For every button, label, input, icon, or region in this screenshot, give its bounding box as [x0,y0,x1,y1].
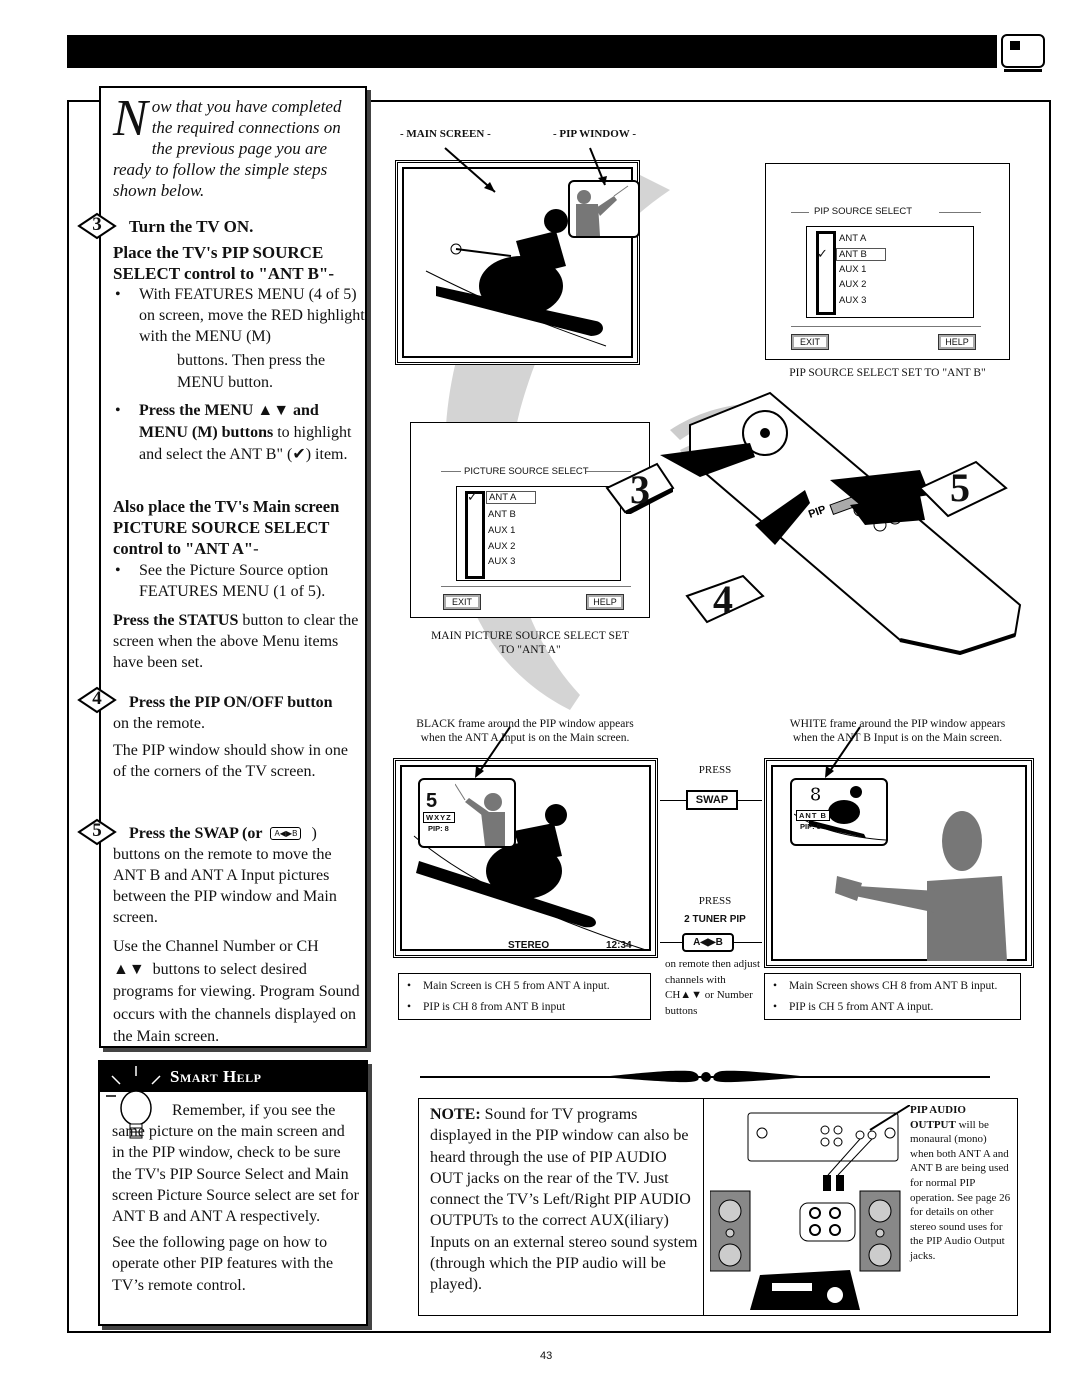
picture-source-title: PICTURE SOURCE SELECT [464,466,589,477]
audio-connection-illustration [710,1105,910,1310]
remote-note: on remote then adjust channels with CH▲▼… [665,958,761,1017]
pip-source-option[interactable]: AUX 3 [839,295,866,306]
ab-swap-button[interactable]: A◀▶B [682,933,734,952]
step-3-badge: 3 [77,212,117,240]
step-4-badge: 4 [77,686,117,714]
tv-icon [1001,34,1045,72]
stereo-indicator: STEREO [508,940,550,951]
pip-window-white-frame: 8 ANT B PIP: 5 [790,778,888,846]
header-bar [67,35,997,68]
tuner-pip-label: 2 TUNER PIP [684,914,746,925]
step-3-bullet-2: Press the MENU ▲▼ and MENU (M) buttons t… [113,400,363,466]
smart-help-title: Smart Help [170,1067,262,1086]
pip-source-title: PIP SOURCE SELECT [814,206,913,217]
pip-label: PIP: 8 [428,824,449,833]
step-3-heading: Turn the TV ON. [129,217,254,236]
conductor-image [455,783,505,846]
pip-channel-number: 8 [809,784,822,807]
help-button[interactable]: HELP [938,334,976,350]
callout-5: 5 [918,460,1008,520]
label-arrows [444,147,607,193]
instructions-column: Now that you have completed the required… [77,86,367,1048]
clock-display: 12:34 [606,940,632,951]
white-frame-caption: WHITE frame around the PIP window appear… [789,718,1006,744]
pip-source-option[interactable]: AUX 1 [839,264,866,275]
pip-source-caption: PIP SOURCE SELECT SET TO "ANT B" [789,367,986,379]
ornamental-divider [420,1070,990,1083]
picture-source-option[interactable]: ANT B [488,509,516,520]
smart-help-box: Smart Help Remember, if you see the same… [98,1060,368,1326]
right-info-box: Main Screen shows CH 8 from ANT B input.… [764,973,1021,1020]
tv-ant-a-main: 5 WXYZ PIP: 8 STEREO 12:34 [393,758,658,958]
callout-3: 3 [605,462,675,516]
main-screen-label: - MAIN SCREEN - [400,128,491,140]
pip-source-list: ✓ ANT A ANT B AUX 1 AUX 2 AUX 3 [806,226,974,318]
intro-text: Now that you have completed the required… [113,90,342,201]
exit-button[interactable]: EXIT [443,594,481,610]
left-info-box: Main Screen is CH 5 from ANT A input. PI… [398,973,651,1020]
pip-source-select-dialog: PIP SOURCE SELECT ✓ ANT A ANT B AUX 1 AU… [765,163,1010,360]
press-label-2: PRESS [698,895,732,907]
picture-source-list: ✓ ANT A ANT B AUX 1 AUX 2 AUX 3 [456,486,621,581]
pip-source-option[interactable]: ANT A [839,233,866,244]
white-frame-arrow [825,726,861,778]
check-icon: ✓ [817,246,828,261]
picture-source-option-selected[interactable]: ANT A [486,491,536,504]
pip-station-label: WXYZ [423,812,455,823]
pip-station-label: ANT B [796,810,830,821]
step-4-para: The PIP window should show in one of the… [113,742,348,780]
pip-label: PIP: 5 [800,822,821,831]
pip-window-label: - PIP WINDOW - [553,128,637,140]
callout-4: 4 [685,574,765,626]
step-5-para: Use the Channel Number or CH ▲▼ buttons t… [113,938,360,1045]
step-3-also-bullet: See the Picture Source option FEATURES M… [113,560,365,602]
pip-channel-number: 5 [426,790,438,812]
step-5-badge: 5 [77,818,117,846]
step-5-heading: Press the SWAP (or A◀▶B ) [129,825,317,842]
note-text: NOTE: Sound for TV programs displayed in… [430,1106,698,1294]
step-5-rest: buttons on the remote to move the ANT B … [113,846,337,926]
press-label-1: PRESS [698,764,732,776]
check-icon: ✓ [467,489,478,504]
step-3-subheading: Place the TV's PIP SOURCE SELECT control… [113,243,335,283]
pip-source-option-selected[interactable]: ANT B [836,248,886,261]
step-4-rest: on the remote. [113,715,205,732]
picture-source-option[interactable]: AUX 2 [488,541,515,552]
dropcap: N [113,90,148,147]
smart-help-body: Remember, if you see the same picture on… [112,1102,359,1294]
black-frame-arrow [475,726,511,778]
pip-source-option[interactable]: AUX 2 [839,279,866,290]
picture-source-option[interactable]: AUX 3 [488,556,515,567]
exit-button[interactable]: EXIT [791,334,829,350]
pip-window-black-frame: 5 WXYZ PIP: 8 [418,778,516,848]
step-3-status-text: Press the STATUS button to clear the scr… [113,612,359,671]
pip-audio-output-note: PIP AUDIO OUTPUT will be monaural (mono)… [910,1104,1011,1262]
step-4-heading: Press the PIP ON/OFF button [129,694,333,711]
tv-ant-b-main: 8 ANT B PIP: 5 [764,758,1034,968]
picture-source-option[interactable]: AUX 1 [488,525,515,536]
step-3-also-heading: Also place the TV's Main screen PICTURE … [113,497,340,558]
step-3-bullet-1: With FEATURES MENU (4 of 5) on screen, m… [113,284,365,394]
swap-button[interactable]: SWAP [686,790,738,810]
swap-ab-icon: A◀▶B [270,827,302,840]
page-number: 43 [540,1350,553,1362]
